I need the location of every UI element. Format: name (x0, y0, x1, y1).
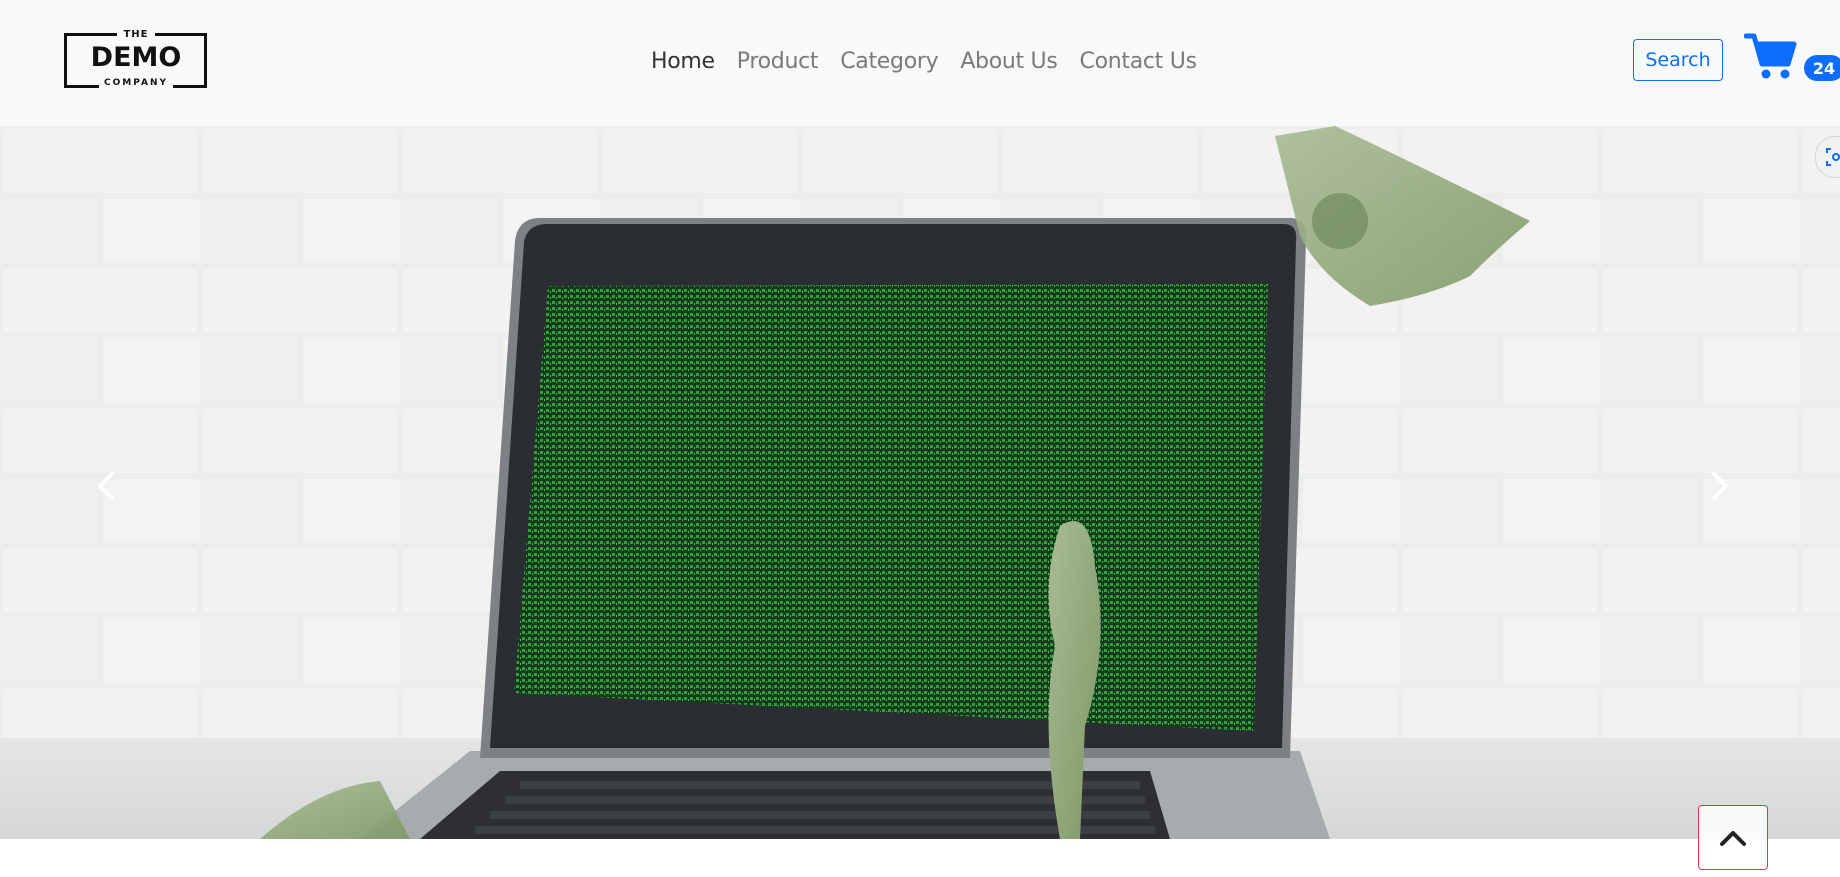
logo-bottom-text: COMPANY (99, 78, 173, 88)
back-to-top-button[interactable] (1698, 805, 1768, 870)
visual-search-button[interactable] (1815, 136, 1840, 178)
navbar: THE DEMO COMPANY Home Product Category A… (0, 0, 1840, 126)
cart-count-badge: 24 (1804, 55, 1840, 81)
nav-link-category[interactable]: Category (840, 49, 938, 74)
chevron-right-icon (1712, 472, 1728, 500)
carousel-next-button[interactable] (1690, 456, 1750, 516)
hero-carousel (0, 126, 1840, 839)
chevron-up-icon (1720, 830, 1746, 846)
nav-link-product[interactable]: Product (737, 49, 819, 74)
logo-main-text: DEMO (90, 42, 182, 73)
nav-link-contact-us[interactable]: Contact Us (1080, 49, 1197, 74)
nav-link-about-us[interactable]: About Us (960, 49, 1058, 74)
shopping-cart-icon (1744, 33, 1797, 79)
chevron-left-icon (98, 472, 114, 500)
hero-image (0, 126, 1840, 839)
scan-icon (1826, 148, 1840, 166)
carousel-prev-button[interactable] (76, 456, 136, 516)
search-button[interactable]: Search (1633, 39, 1723, 81)
main-nav: Home Product Category About Us Contact U… (651, 44, 1219, 78)
company-logo[interactable]: THE DEMO COMPANY (63, 29, 213, 93)
nav-link-home[interactable]: Home (651, 49, 715, 74)
cart-button[interactable]: 24 (1744, 32, 1840, 88)
logo-top-text: THE (117, 29, 155, 40)
